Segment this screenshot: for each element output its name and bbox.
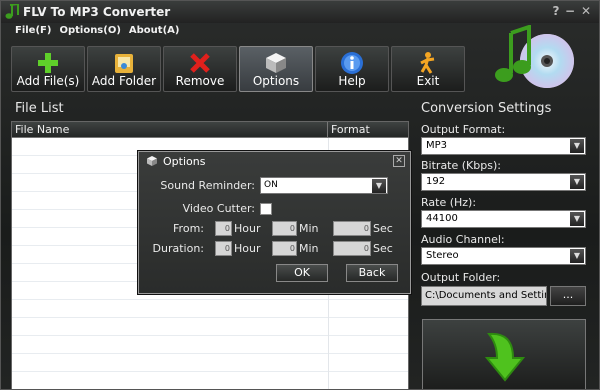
dialog-title: Options	[163, 155, 206, 168]
duration-sec-unit: Sec	[373, 242, 393, 255]
menu-about[interactable]: About(A)	[129, 25, 180, 39]
duration-min-input[interactable]: 0	[272, 241, 297, 256]
chevron-down-icon: ▼	[372, 179, 386, 193]
chevron-down-icon: ▼	[570, 249, 584, 263]
exit-button[interactable]: Exit	[391, 46, 465, 92]
output-format-label: Output Format:	[421, 123, 506, 136]
output-folder-label: Output Folder:	[421, 271, 501, 284]
help-label: Help	[338, 74, 366, 88]
from-min-input[interactable]: 0	[272, 221, 297, 236]
minimize-button[interactable]: −	[563, 4, 577, 18]
file-name-column-header[interactable]: File Name	[12, 122, 328, 137]
sound-reminder-value: ON	[264, 180, 278, 190]
chevron-down-icon: ▼	[570, 139, 584, 153]
video-cutter-label: Video Cutter:	[182, 202, 255, 215]
add-icon	[38, 53, 58, 73]
music-cd-logo-icon	[495, 25, 574, 88]
options-label: Options	[252, 74, 300, 88]
chevron-down-icon: ▼	[570, 212, 584, 226]
sound-reminder-select[interactable]: ON ▼	[260, 177, 388, 194]
format-column-header[interactable]: Format	[328, 122, 373, 137]
exit-label: Exit	[416, 74, 440, 88]
from-label: From:	[173, 222, 204, 235]
options-dialog: Options ✕ Sound Reminder: ON ▼ Video Cut…	[138, 151, 411, 294]
file-list-header: File Name Format	[12, 122, 408, 138]
help-button[interactable]: Help	[315, 46, 389, 92]
duration-sec-input[interactable]: 0	[333, 241, 371, 256]
app-window: FLV To MP3 Converter ? − ✕ File(F) Optio…	[0, 0, 600, 390]
window-title: FLV To MP3 Converter	[23, 5, 171, 19]
audio-channel-value: Stereo	[426, 250, 459, 261]
remove-label: Remove	[175, 74, 225, 88]
duration-label: Duration:	[152, 242, 204, 255]
close-button[interactable]: ✕	[579, 4, 593, 18]
from-sec-input[interactable]: 0	[333, 221, 371, 236]
audio-channel-label: Audio Channel:	[421, 233, 505, 246]
app-note-icon	[5, 4, 19, 19]
help-icon	[341, 52, 363, 74]
rate-value: 44100	[426, 213, 458, 224]
duration-min-unit: Min	[299, 242, 319, 255]
from-hour-unit: Hour	[234, 222, 261, 235]
bitrate-select[interactable]: 192 ▼	[421, 173, 586, 191]
chevron-down-icon: ▼	[570, 175, 584, 189]
bitrate-value: 192	[426, 176, 446, 187]
browse-folder-button[interactable]: ...	[550, 286, 586, 306]
back-button[interactable]: Back	[346, 264, 398, 282]
output-format-value: MP3	[426, 140, 448, 151]
output-format-select[interactable]: MP3 ▼	[421, 137, 586, 155]
options-button[interactable]: Options	[239, 46, 313, 92]
audio-channel-select[interactable]: Stereo ▼	[421, 247, 586, 265]
menu-options[interactable]: Options(O)	[59, 25, 120, 39]
sound-reminder-label: Sound Reminder:	[160, 179, 255, 192]
from-hour-input[interactable]: 0	[215, 221, 232, 236]
convert-button[interactable]	[422, 319, 586, 389]
output-folder-field[interactable]: C:\Documents and Settin	[421, 286, 547, 306]
duration-hour-input[interactable]: 0	[215, 241, 232, 256]
bitrate-label: Bitrate (Kbps):	[421, 159, 501, 172]
add-files-label: Add File(s)	[16, 74, 80, 88]
options-icon	[147, 156, 157, 166]
video-cutter-checkbox[interactable]	[260, 203, 272, 215]
remove-button[interactable]: Remove	[163, 46, 237, 92]
menu-bar: File(F) Options(O) About(A)	[15, 25, 179, 39]
folder-icon	[115, 54, 133, 73]
from-sec-unit: Sec	[373, 222, 393, 235]
toolbar: Add File(s) Add Folder Remove Options He…	[11, 46, 465, 93]
add-files-button[interactable]: Add File(s)	[11, 46, 85, 92]
file-list-title: File List	[15, 101, 64, 116]
menu-file[interactable]: File(F)	[15, 25, 51, 39]
add-folder-label: Add Folder	[91, 74, 157, 88]
dialog-close-button[interactable]: ✕	[393, 155, 405, 167]
options-icon	[266, 53, 286, 73]
conversion-settings-title: Conversion Settings	[421, 101, 552, 116]
add-folder-button[interactable]: Add Folder	[87, 46, 161, 92]
rate-select[interactable]: 44100 ▼	[421, 210, 586, 228]
title-bar: FLV To MP3 Converter ? − ✕	[1, 1, 599, 23]
help-title-button[interactable]: ?	[549, 4, 563, 18]
exit-icon	[420, 52, 435, 74]
from-min-unit: Min	[299, 222, 319, 235]
remove-icon	[190, 53, 210, 73]
duration-hour-unit: Hour	[234, 242, 261, 255]
convert-arrow-icon	[484, 332, 526, 382]
rate-label: Rate (Hz):	[421, 196, 477, 209]
ok-button[interactable]: OK	[276, 264, 328, 282]
